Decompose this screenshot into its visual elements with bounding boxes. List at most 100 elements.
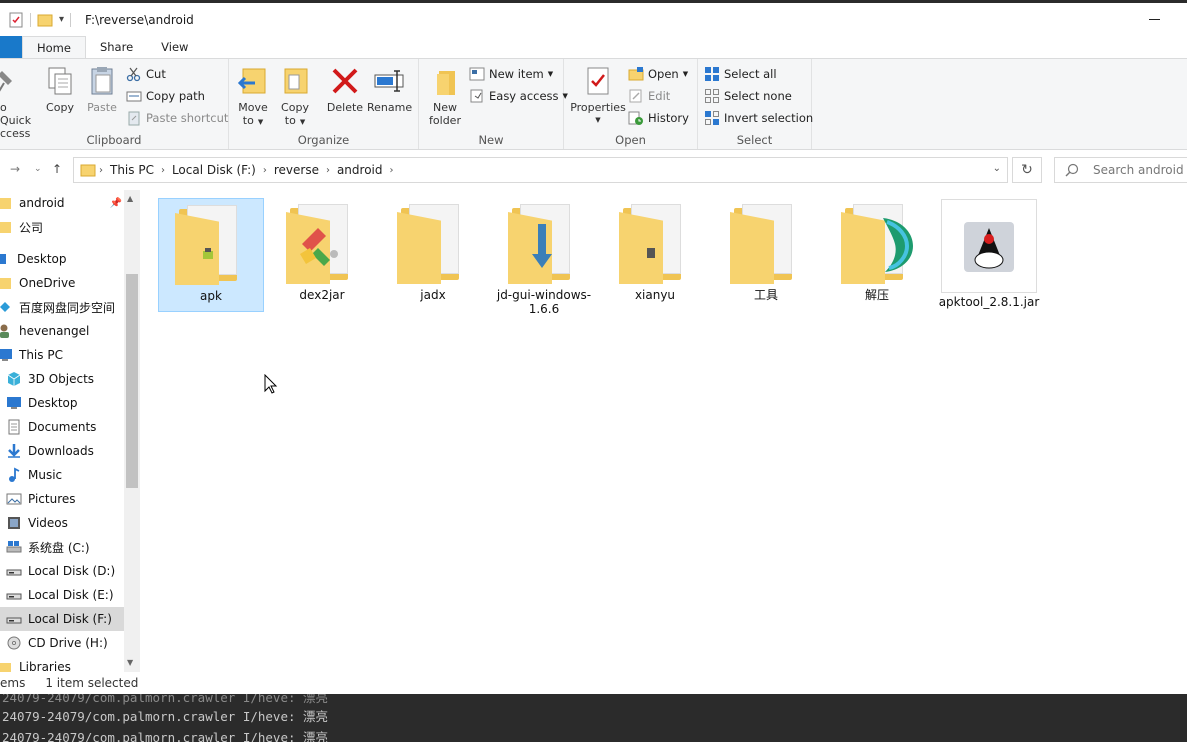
nav-item-3d-objects[interactable]: 3D Objects [0,367,124,391]
new-folder-button[interactable]: New folder [425,65,465,127]
scroll-up-icon[interactable]: ▲ [127,194,133,203]
file-item-apktool-jar[interactable]: apktool_2.8.1.jar [936,198,1042,312]
easy-access-button[interactable]: Easy access ▼ [469,86,568,106]
copy-path-button[interactable]: Copy path [126,86,205,106]
tab-home[interactable]: Home [22,36,86,58]
customize-qat-dropdown-icon[interactable]: ▾ [59,14,64,25]
history-button[interactable]: History [628,108,689,128]
navigation-pane: android 📌 公司 Desktop OneDrive 百度网盘同步空间 h… [0,190,140,672]
pin-to-quick-access-button[interactable]: o Quick ccess [0,65,38,140]
search-box[interactable]: Search android [1054,157,1187,183]
invert-selection-button[interactable]: Invert selection [704,108,813,128]
nav-item-libraries[interactable]: Libraries [0,655,124,672]
nav-item-documents[interactable]: Documents [0,415,124,439]
file-label: jadx [420,288,446,302]
terminal-line-2: 24079-24079/com.palmorn.crawler I/heve: … [2,730,329,742]
window-title: F:\reverse\android [85,12,194,27]
breadcrumb-local-disk-f[interactable]: Local Disk (F:) [172,163,256,177]
nav-item-drive-d[interactable]: Local Disk (D:) [0,559,124,583]
nav-item-music[interactable]: Music [0,463,124,487]
breadcrumb-chevron-icon[interactable]: › [263,165,267,176]
cd-icon [7,636,21,650]
nav-item-onedrive[interactable]: OneDrive [0,271,124,295]
open-label: Open [648,67,679,81]
delete-button[interactable]: Delete [325,65,365,114]
baidu-icon [0,302,10,312]
new-item-button[interactable]: New item ▼ [469,64,553,84]
file-item-extract[interactable]: 解压 [824,198,930,312]
nav-item-drive-f[interactable]: Local Disk (F:) [0,607,124,631]
tab-view[interactable]: View [147,36,202,58]
new-folder-quick-icon[interactable] [37,12,53,28]
nav-item-company[interactable]: 公司 [0,215,124,239]
nav-item-android[interactable]: android 📌 [0,191,124,215]
move-to-label-1: Move [238,101,268,114]
paste-button[interactable]: Paste [84,65,120,114]
copy-button[interactable]: Copy [42,65,78,114]
open-folder-icon [628,67,644,81]
move-to-button[interactable]: Move to ▼ [235,65,271,129]
up-arrow-icon[interactable]: ↑ [52,162,62,176]
file-item-dex2jar[interactable]: dex2jar [269,198,375,312]
paste-shortcut-button[interactable]: Paste shortcut [126,108,228,128]
file-label: xianyu [634,288,676,302]
pc-icon [0,349,12,361]
open-group-label: Open [615,133,646,147]
file-label-line2: 1.6.6 [528,302,560,316]
nav-item-drive-c[interactable]: 系统盘 (C:) [0,535,124,559]
folder-icon [0,198,11,209]
select-none-button[interactable]: Select none [704,86,792,106]
address-bar[interactable]: › This PC › Local Disk (F:) › reverse › … [73,157,1008,183]
breadcrumb-chevron-icon[interactable]: › [390,165,394,176]
nav-label: Libraries [19,660,71,672]
recent-locations-chevron-icon[interactable]: ⌄ [34,164,42,174]
nav-item-pictures[interactable]: Pictures [0,487,124,511]
search-input[interactable]: Search android [1093,163,1184,177]
nav-item-desktop-2[interactable]: Desktop [0,391,124,415]
properties-button[interactable]: Properties ▼ [570,65,626,127]
nav-item-this-pc[interactable]: This PC [0,343,124,367]
breadcrumb-reverse[interactable]: reverse [274,163,319,177]
scroll-down-icon[interactable]: ▼ [127,658,133,667]
select-group-label: Select [736,133,773,147]
tab-share[interactable]: Share [86,36,147,58]
forward-arrow-icon[interactable]: → [10,162,20,176]
refresh-button[interactable]: ↻ [1012,157,1042,183]
copy-to-button[interactable]: Copy to ▼ [277,65,313,129]
breadcrumb-chevron-icon[interactable]: › [99,165,103,176]
copy-icon [44,65,76,97]
file-item-xianyu[interactable]: xianyu [602,198,708,312]
nav-item-cd-drive[interactable]: CD Drive (H:) [0,631,124,655]
tab-file[interactable] [0,36,22,58]
edit-button[interactable]: Edit [628,86,670,106]
address-dropdown-icon[interactable]: ⌄ [993,163,1001,174]
invert-selection-label: Invert selection [724,111,814,125]
open-button[interactable]: Open ▼ [628,64,688,84]
nav-item-baidu[interactable]: 百度网盘同步空间 [0,295,124,319]
breadcrumb-android[interactable]: android [337,163,383,177]
nav-item-user[interactable]: hevenangel [0,319,124,343]
properties-quick-icon[interactable] [8,12,24,28]
select-all-button[interactable]: Select all [704,64,777,84]
breadcrumb-chevron-icon[interactable]: › [161,165,165,176]
nav-item-desktop[interactable]: Desktop [0,247,124,271]
navigation-scrollbar[interactable]: ▲ ▼ [124,190,140,672]
breadcrumb-this-pc[interactable]: This PC [110,163,154,177]
nav-item-drive-e[interactable]: Local Disk (E:) [0,583,124,607]
breadcrumb-chevron-icon[interactable]: › [326,165,330,176]
pin-icon[interactable]: 📌 [110,198,122,209]
scroll-thumb[interactable] [126,274,138,488]
file-label: 解压 [864,288,889,302]
folder-icon [282,202,362,286]
file-item-tools[interactable]: 工具 [713,198,819,312]
file-item-jd-gui[interactable]: jd-gui-windows- 1.6.6 [491,198,597,328]
minimize-button[interactable] [1149,13,1161,25]
file-item-apk[interactable]: apk [158,198,264,312]
cut-button[interactable]: Cut [126,64,166,84]
file-item-jadx[interactable]: jadx [380,198,486,312]
rename-button[interactable]: Rename [367,65,412,114]
nav-item-downloads[interactable]: Downloads [0,439,124,463]
folder-icon [837,202,917,286]
nav-item-videos[interactable]: Videos [0,511,124,535]
rename-icon [373,65,405,97]
